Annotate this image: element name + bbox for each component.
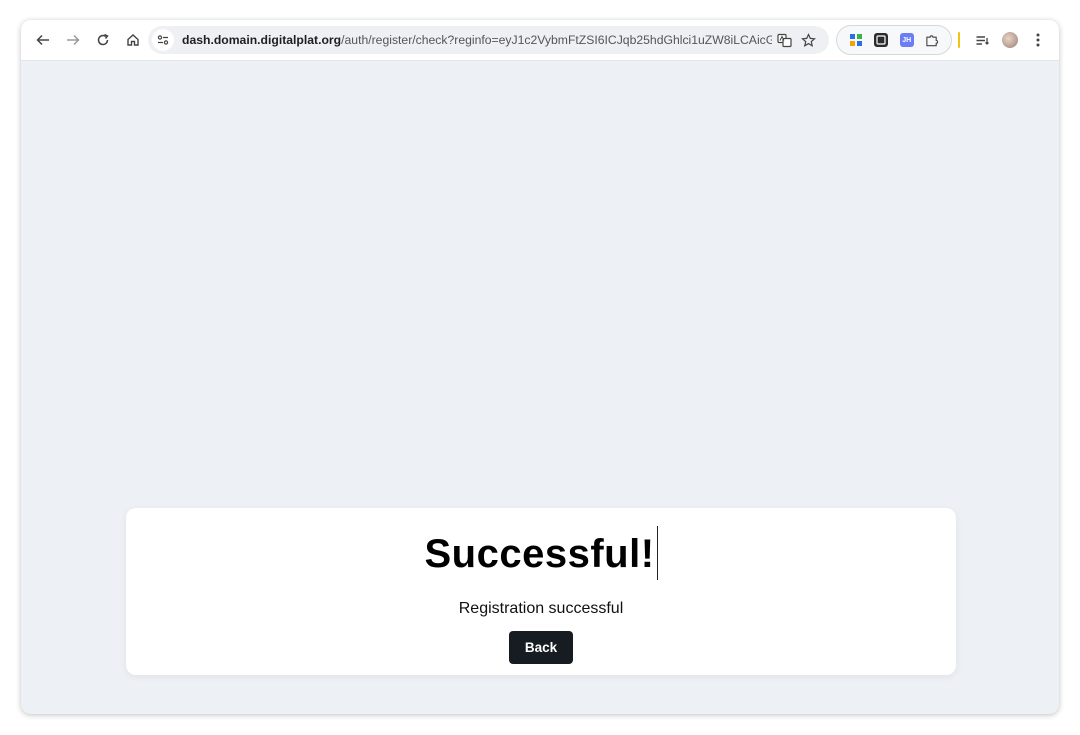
- result-card: Successful! Registration successful Back: [126, 508, 956, 675]
- kebab-menu-icon[interactable]: [1024, 26, 1052, 54]
- extensions-group: JH: [836, 25, 952, 55]
- translate-icon[interactable]: [772, 28, 796, 52]
- page-title: Successful!: [126, 526, 956, 581]
- extension-jh-label: JH: [902, 36, 912, 44]
- extension-grid-icon[interactable]: [849, 33, 863, 47]
- star-icon[interactable]: [796, 28, 820, 52]
- extension-jh-icon[interactable]: JH: [899, 33, 914, 47]
- avatar: [1002, 32, 1018, 48]
- forward-arrow-icon[interactable]: [59, 26, 87, 54]
- page-title-text: Successful!: [424, 532, 655, 576]
- browser-toolbar: dash.domain.digitalplat.org/auth/registe…: [21, 20, 1059, 61]
- toolbar-divider: [958, 32, 960, 48]
- browser-window: dash.domain.digitalplat.org/auth/registe…: [21, 20, 1059, 714]
- text-caret: [656, 526, 658, 581]
- status-message: Registration successful: [458, 600, 624, 617]
- extension-dark-icon[interactable]: [874, 33, 889, 47]
- home-icon[interactable]: [119, 26, 147, 54]
- url-path: /auth/register/check?reginfo=eyJ1c2VybmF…: [341, 33, 772, 47]
- url-host: dash.domain.digitalplat.org: [182, 33, 342, 47]
- address-bar[interactable]: dash.domain.digitalplat.org/auth/registe…: [148, 26, 829, 54]
- site-info-icon[interactable]: [152, 29, 174, 51]
- extensions-puzzle-icon[interactable]: [925, 33, 939, 47]
- back-button[interactable]: Back: [509, 631, 573, 664]
- toolbar-right: [958, 25, 1052, 55]
- back-arrow-icon[interactable]: [29, 26, 57, 54]
- reading-list-icon[interactable]: [968, 26, 996, 54]
- profile-avatar[interactable]: [996, 26, 1024, 54]
- url-text[interactable]: dash.domain.digitalplat.org/auth/registe…: [182, 33, 772, 47]
- reload-icon[interactable]: [89, 26, 117, 54]
